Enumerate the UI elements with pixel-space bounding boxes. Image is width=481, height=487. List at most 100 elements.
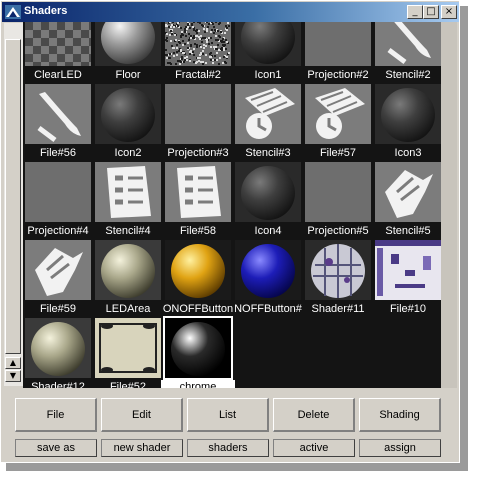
shader-item[interactable]: Icon4 — [233, 162, 303, 240]
action-button-new-shader[interactable]: new shader — [101, 439, 183, 457]
scroll-up-button[interactable]: ▲ — [5, 357, 21, 369]
shader-item[interactable]: Stencil#5 — [373, 162, 441, 240]
shader-item[interactable]: Projection#4 — [23, 162, 93, 240]
scroll-down-button[interactable]: ▼ — [5, 370, 21, 382]
menu-button-list[interactable]: List — [187, 398, 269, 432]
shader-item[interactable]: Projection#5 — [303, 162, 373, 240]
shader-swatch-icon — [165, 84, 231, 144]
shader-label: Stencil#5 — [385, 225, 431, 237]
shader-swatch-icon — [165, 22, 231, 66]
close-button[interactable]: × — [441, 5, 457, 19]
menu-button-file[interactable]: File — [15, 398, 97, 432]
shader-item[interactable]: File#52 — [93, 318, 163, 388]
shader-swatch-icon — [235, 162, 301, 222]
shader-label: Icon2 — [114, 147, 142, 159]
action-button-save-as[interactable]: save as — [15, 439, 97, 457]
shader-label: File#58 — [179, 225, 217, 237]
shader-label: Fractal#2 — [175, 69, 221, 81]
shader-item[interactable]: Shader#12 — [23, 318, 93, 388]
action-button-shaders[interactable]: shaders — [187, 439, 269, 457]
shader-swatch-icon — [95, 318, 161, 378]
shader-item[interactable]: Floor — [93, 22, 163, 84]
minimize-button[interactable]: _ — [407, 5, 423, 19]
vertical-scrollbar[interactable]: ▲ ▼ — [4, 23, 23, 386]
shader-item[interactable]: Stencil#3 — [233, 84, 303, 162]
shader-swatch-icon — [375, 240, 441, 300]
shader-item[interactable]: Stencil#2 — [373, 22, 441, 84]
shader-swatch-icon — [95, 240, 161, 300]
window-title: Shaders — [24, 5, 68, 17]
shader-item[interactable]: Icon2 — [93, 84, 163, 162]
shader-item[interactable]: LEDArea — [93, 240, 163, 318]
shader-swatch-icon — [305, 162, 371, 222]
shader-item[interactable]: File#57 — [303, 84, 373, 162]
title-bar[interactable]: Shaders _ □ × — [2, 2, 459, 22]
shader-item[interactable]: ONOFFButton — [163, 240, 233, 318]
shader-item[interactable]: Icon3 — [373, 84, 441, 162]
shader-swatch-icon — [305, 240, 371, 300]
shader-swatch-icon — [235, 84, 301, 144]
shader-item[interactable]: File#59 — [23, 240, 93, 318]
app-icon — [5, 5, 21, 19]
menu-button-edit[interactable]: Edit — [101, 398, 183, 432]
shader-swatch-icon — [375, 22, 441, 66]
shader-label: File#10 — [389, 303, 427, 315]
shader-item[interactable]: Projection#3 — [163, 84, 233, 162]
shader-label: File#56 — [39, 147, 77, 159]
shader-swatch-icon — [25, 240, 91, 300]
action-button-assign[interactable]: assign — [359, 439, 441, 457]
shader-swatch-icon — [25, 318, 91, 378]
shader-swatch-icon — [95, 22, 161, 66]
shader-item[interactable]: Icon1 — [233, 22, 303, 84]
shader-item[interactable]: Shader#11 — [303, 240, 373, 318]
shader-label: File#59 — [39, 303, 77, 315]
shader-label: NOFFButton# — [234, 303, 302, 315]
shader-item[interactable]: Stencil#4 — [93, 162, 163, 240]
shader-label: Floor — [115, 69, 141, 81]
shader-swatch-icon — [305, 22, 371, 66]
shader-label: File#57 — [319, 147, 357, 159]
shader-label: Icon1 — [254, 69, 282, 81]
shader-swatch-icon — [235, 240, 301, 300]
action-button-active[interactable]: active — [273, 439, 355, 457]
shader-swatch-icon — [305, 84, 371, 144]
shader-item[interactable]: Projection#2 — [303, 22, 373, 84]
shader-swatch-icon — [165, 240, 231, 300]
shader-item[interactable]: File#58 — [163, 162, 233, 240]
shader-label: Projection#5 — [307, 225, 369, 237]
shader-label: ONOFFButton — [162, 303, 234, 315]
shader-label: LEDArea — [105, 303, 151, 315]
shader-label: Icon4 — [254, 225, 282, 237]
shader-item[interactable]: chrome — [161, 316, 235, 388]
grid-side-panel — [441, 22, 457, 388]
shader-swatch-icon — [25, 84, 91, 144]
menu-button-delete[interactable]: Delete — [273, 398, 355, 432]
shader-label: chrome — [161, 380, 235, 388]
shader-swatch-icon — [25, 22, 91, 66]
shader-item[interactable]: NOFFButton# — [233, 240, 303, 318]
shader-label: ClearLED — [34, 69, 82, 81]
shader-label: Stencil#3 — [245, 147, 291, 159]
shader-item[interactable]: File#10 — [373, 240, 441, 318]
shader-label: Projection#3 — [167, 147, 229, 159]
shader-swatch-icon — [25, 162, 91, 222]
shader-label: Shader#11 — [311, 303, 365, 315]
shader-label: Stencil#2 — [385, 69, 431, 81]
shader-item[interactable]: Fractal#2 — [163, 22, 233, 84]
shader-swatch-icon — [95, 162, 161, 222]
shader-label: File#52 — [109, 381, 147, 388]
shader-label: Icon3 — [394, 147, 422, 159]
shader-label: Projection#2 — [307, 69, 369, 81]
shader-swatch-icon — [163, 316, 233, 380]
menu-button-shading[interactable]: Shading — [359, 398, 441, 432]
scrollbar-thumb[interactable] — [5, 39, 21, 354]
shader-swatch-icon — [375, 84, 441, 144]
shader-swatch-icon — [235, 22, 301, 66]
maximize-button[interactable]: □ — [423, 5, 439, 19]
shader-item[interactable]: File#56 — [23, 84, 93, 162]
shader-grid: ClearLED Floor Fractal#2 Icon1 Projection#… — [23, 22, 441, 388]
shader-swatch-icon — [165, 162, 231, 222]
shader-label: Stencil#4 — [105, 225, 151, 237]
shaders-window: Shaders _ □ × ▲ ▼ ClearLED Floor Fractal#… — [0, 0, 460, 463]
shader-item[interactable]: ClearLED — [23, 22, 93, 84]
